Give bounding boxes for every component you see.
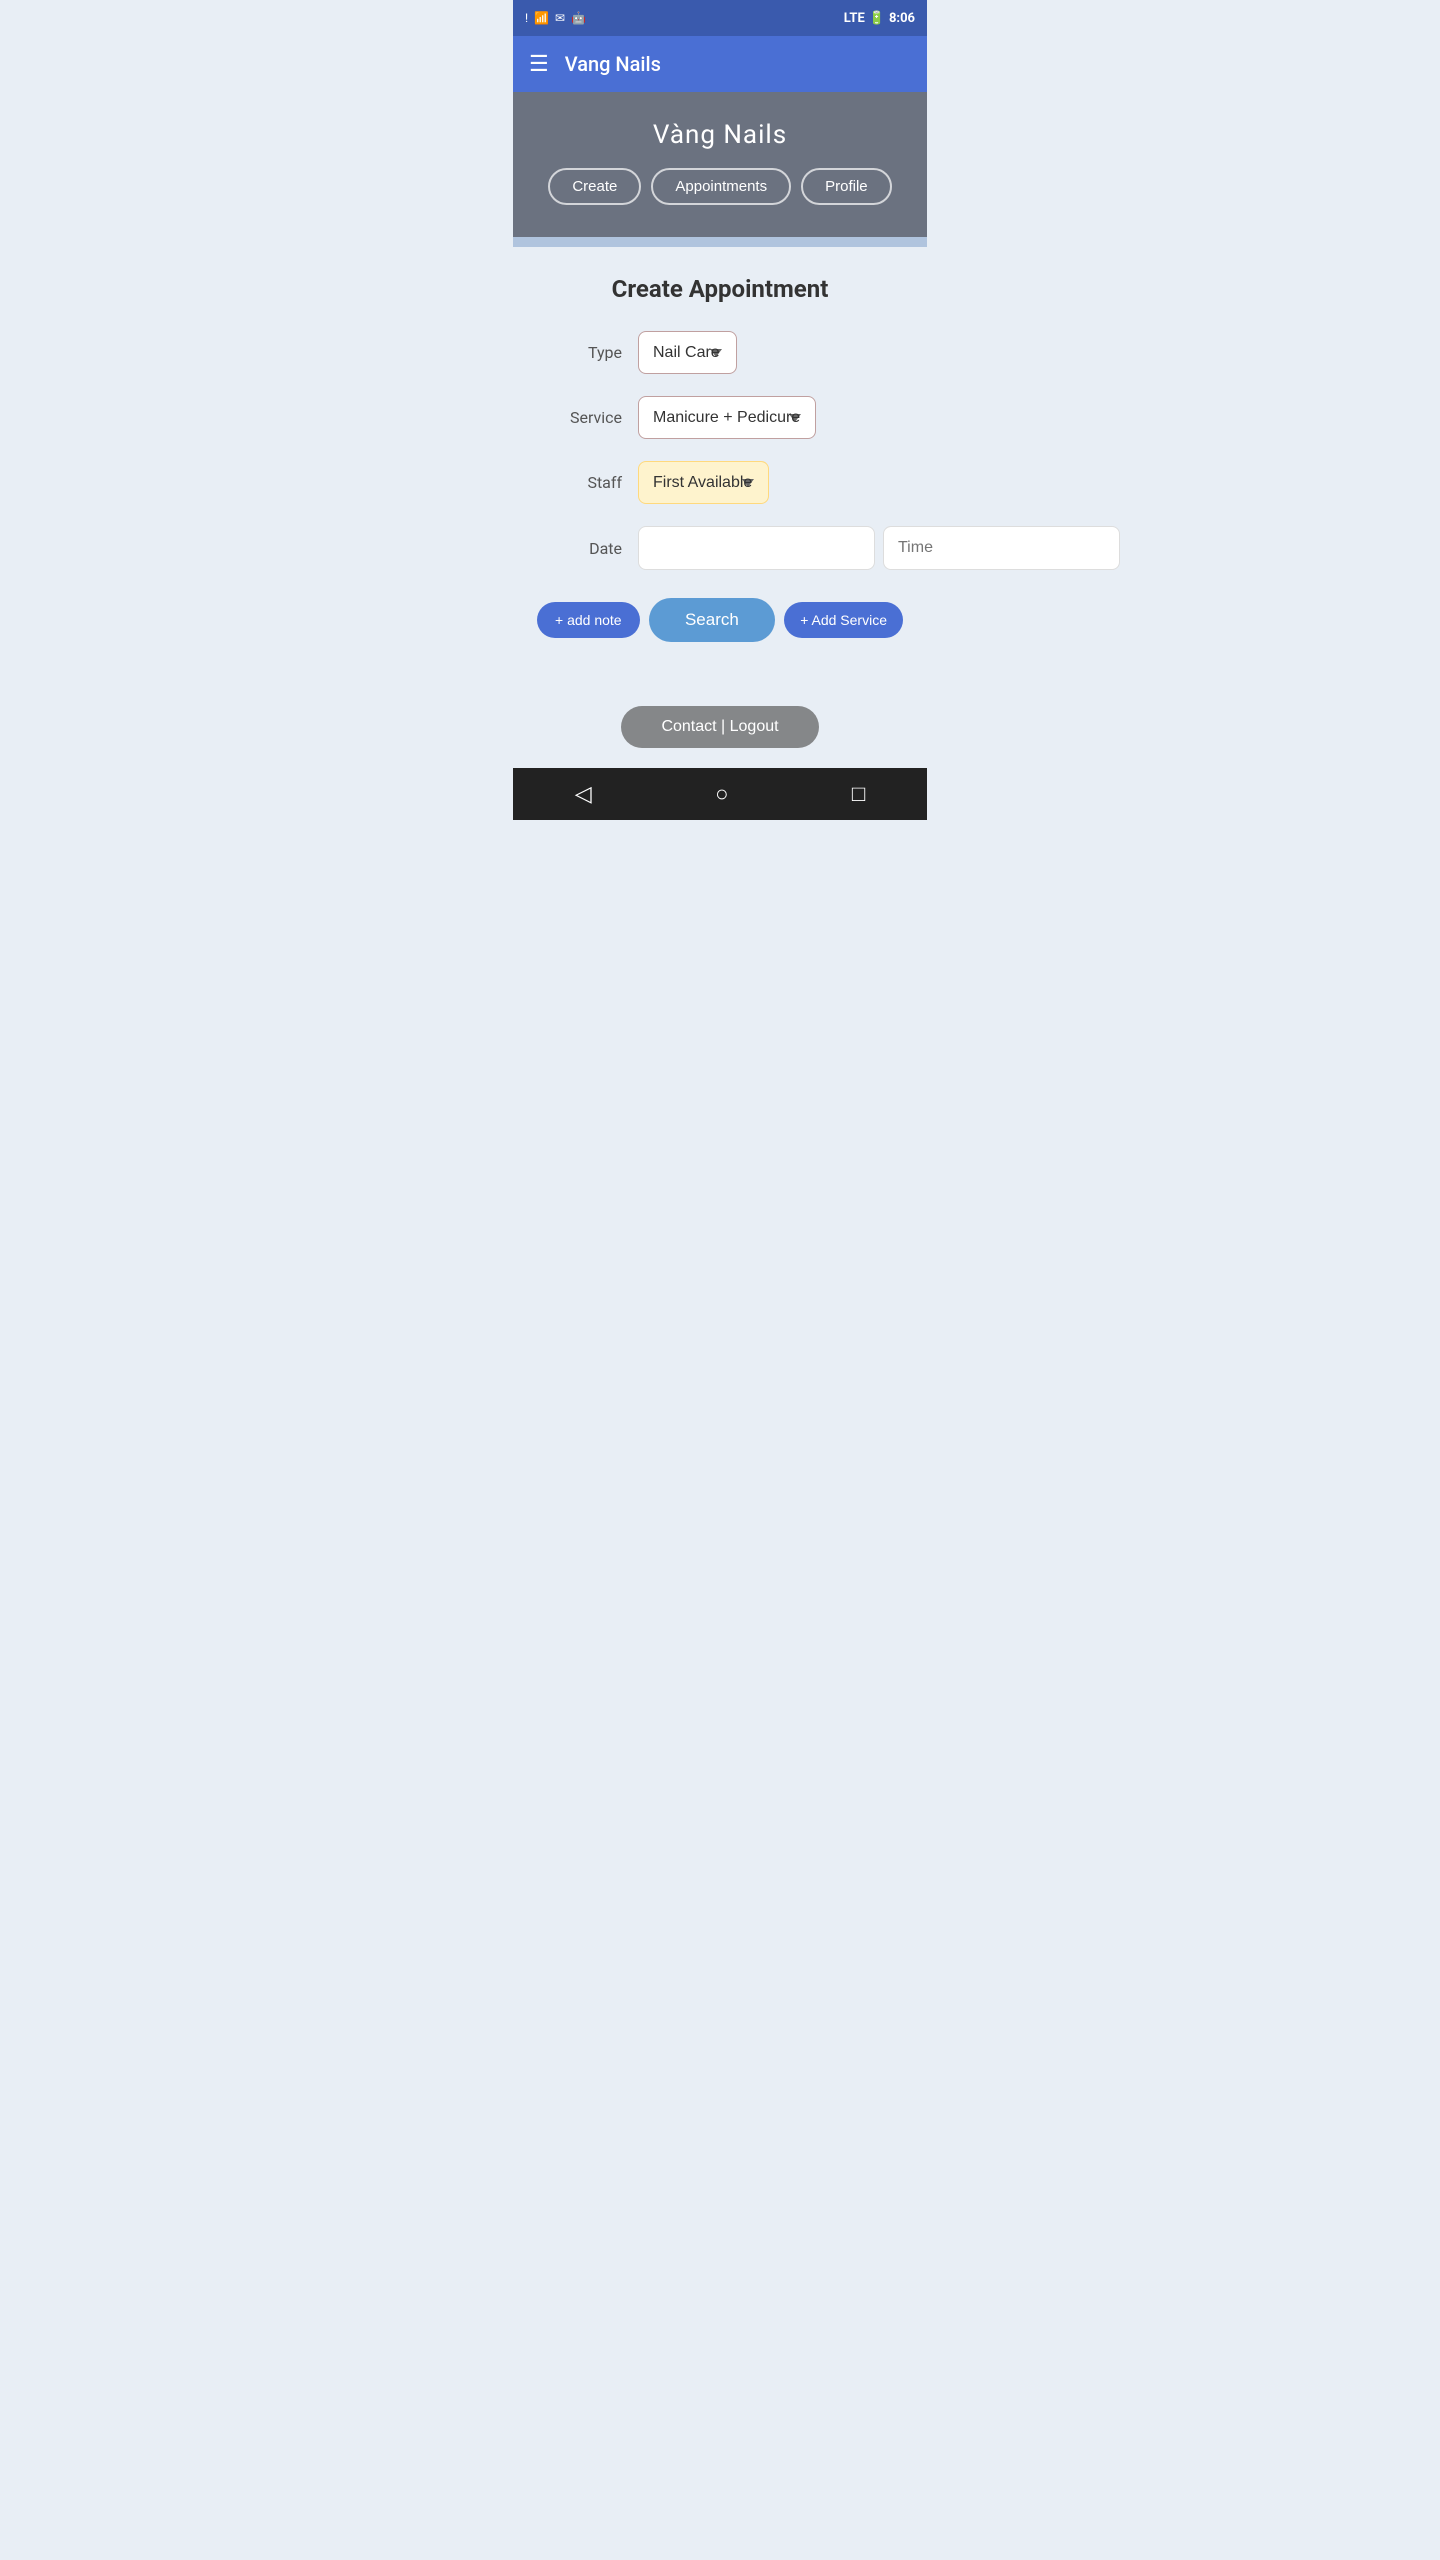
signal-icon: 📶 [534, 11, 549, 25]
clock-time: 8:06 [889, 11, 915, 26]
bottom-nav: ◁ ○ □ [513, 768, 927, 820]
status-bar: ! 📶 ✉ 🤖 LTE 🔋 8:06 [513, 0, 927, 36]
profile-button[interactable]: Profile [801, 168, 892, 205]
status-bar-left: ! 📶 ✉ 🤖 [525, 11, 586, 25]
message-icon: ✉ [555, 11, 565, 25]
appointments-button[interactable]: Appointments [651, 168, 791, 205]
service-select-wrapper: Manicure + Pedicure Manicure Pedicure [638, 396, 903, 439]
recent-apps-button[interactable]: □ [852, 781, 865, 807]
business-name: Vàng Nails [653, 120, 787, 150]
app-title: Vang Nails [565, 52, 661, 76]
add-note-button[interactable]: + add note [537, 602, 640, 638]
status-bar-right: LTE 🔋 8:06 [844, 11, 915, 26]
type-select[interactable]: Nail Care Hair Care Spa [638, 331, 737, 374]
date-label: Date [537, 539, 622, 558]
lte-icon: LTE [844, 11, 865, 26]
staff-select-wrapper: First Available Staff 1 Staff 2 [638, 461, 903, 504]
action-buttons: + add note Search + Add Service [537, 598, 903, 642]
header-section: Vàng Nails Create Appointments Profile [513, 92, 927, 237]
service-field-group: Service Manicure + Pedicure Manicure Ped… [537, 396, 903, 439]
top-nav: ☰ Vang Nails [513, 36, 927, 92]
main-content: Create Appointment Type Nail Care Hair C… [513, 247, 927, 698]
divider [513, 237, 927, 247]
type-label: Type [537, 343, 622, 362]
search-button[interactable]: Search [649, 598, 775, 642]
service-label: Service [537, 408, 622, 427]
staff-label: Staff [537, 473, 622, 492]
date-field-group: Date [537, 526, 903, 570]
footer: Contact | Logout [513, 698, 927, 768]
notification-icon: ! [525, 11, 528, 25]
date-input[interactable] [638, 526, 875, 570]
contact-logout-button[interactable]: Contact | Logout [621, 706, 818, 748]
add-service-button[interactable]: + Add Service [784, 602, 903, 638]
header-nav-buttons: Create Appointments Profile [548, 168, 891, 205]
type-field-group: Type Nail Care Hair Care Spa [537, 331, 903, 374]
staff-field-group: Staff First Available Staff 1 Staff 2 [537, 461, 903, 504]
time-input[interactable] [883, 526, 1120, 570]
android-icon: 🤖 [571, 11, 586, 25]
service-select[interactable]: Manicure + Pedicure Manicure Pedicure [638, 396, 816, 439]
staff-select[interactable]: First Available Staff 1 Staff 2 [638, 461, 769, 504]
battery-icon: 🔋 [869, 11, 885, 26]
type-select-wrapper: Nail Care Hair Care Spa [638, 331, 903, 374]
home-button[interactable]: ○ [715, 781, 728, 807]
create-button[interactable]: Create [548, 168, 641, 205]
form-title: Create Appointment [537, 275, 903, 303]
hamburger-menu-icon[interactable]: ☰ [529, 52, 549, 77]
back-button[interactable]: ◁ [575, 782, 592, 807]
